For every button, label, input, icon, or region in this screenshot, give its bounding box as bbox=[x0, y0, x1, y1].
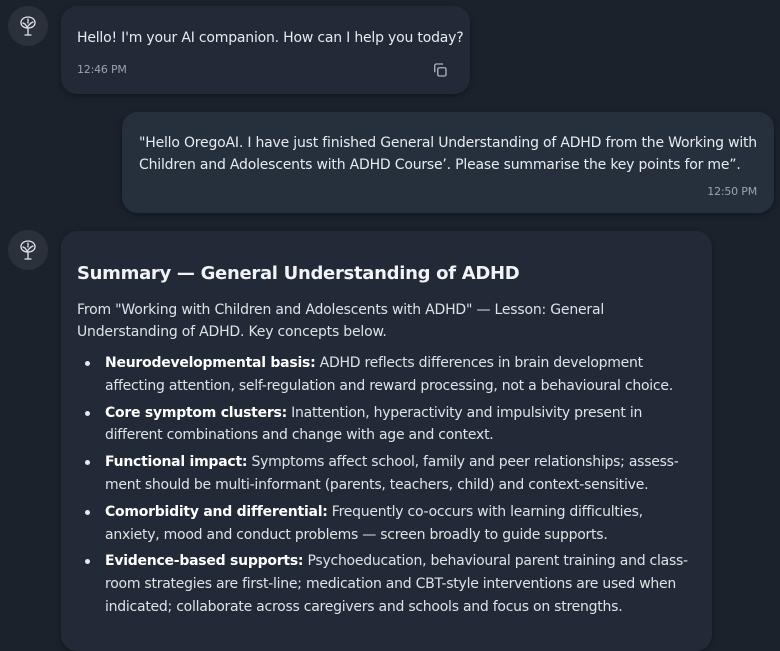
assistant-message-bubble: Hello! I'm your AI companion. How can I … bbox=[61, 6, 470, 94]
brain-tree-icon bbox=[20, 240, 36, 260]
assistant-avatar bbox=[8, 6, 48, 46]
brain-tree-icon bbox=[20, 16, 36, 36]
list-item: Core symptom clusters: Inattention, hype… bbox=[77, 402, 697, 448]
copy-icon[interactable] bbox=[431, 61, 449, 79]
point-label: Comorbidity and differential: bbox=[105, 503, 328, 520]
message-text: Hello! I'm your AI companion. How can I … bbox=[77, 30, 464, 46]
user-message-bubble: "Hello OregoAI. I have just finished Gen… bbox=[122, 112, 774, 213]
point-label: Evidence-based supports: bbox=[105, 553, 304, 570]
message-timestamp: 12:46 PM bbox=[77, 63, 127, 76]
point-label: Core symptom clusters: bbox=[105, 404, 287, 421]
message-text: "Hello OregoAI. I have just finished Gen… bbox=[139, 135, 757, 173]
list-item: Evidence-based supports: Psychoeducation… bbox=[77, 550, 697, 618]
assistant-avatar bbox=[8, 230, 48, 270]
list-item: Neurodevelopmental basis: ADHD reflects … bbox=[77, 352, 697, 398]
point-label: Neurodevelopmental basis: bbox=[105, 355, 316, 371]
point-label: Functional impact: bbox=[105, 454, 248, 471]
assistant-summary-bubble: Summary — General Understanding of ADHD … bbox=[61, 231, 712, 651]
summary-intro: From "Working with Children and Adolesce… bbox=[77, 302, 605, 340]
list-item: Functional impact: Symptoms affect schoo… bbox=[77, 451, 697, 497]
summary-title: Summary — General Understanding of ADHD bbox=[77, 263, 520, 284]
message-timestamp: 12:50 PM bbox=[707, 185, 757, 198]
list-item: Comorbidity and differential: Frequently… bbox=[77, 501, 697, 547]
key-points-list: Neurodevelopmental basis: ADHD reflects … bbox=[77, 352, 697, 619]
